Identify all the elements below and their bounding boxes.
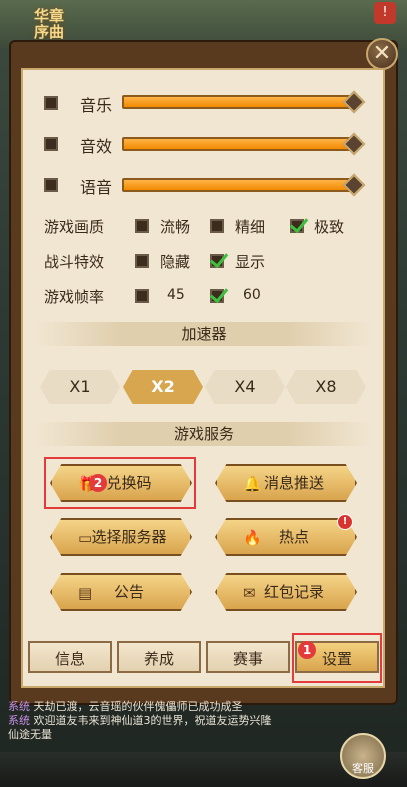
quality-ultra-checkbox[interactable] bbox=[290, 219, 304, 233]
highlight-box-redeem bbox=[44, 457, 196, 509]
effects-label: 战斗特效 bbox=[44, 253, 105, 271]
red-packet-label: 红包记录 bbox=[263, 583, 324, 601]
accelerator-title: 加速器 bbox=[36, 322, 372, 346]
select-server-button[interactable]: ▭ 选择服务器 bbox=[50, 518, 192, 556]
effects-show-label: 显示 bbox=[235, 253, 266, 271]
voice-slider[interactable] bbox=[122, 178, 356, 192]
notice-button[interactable]: ▤ 公告 bbox=[50, 573, 192, 611]
effects-hide-checkbox[interactable] bbox=[135, 254, 149, 268]
services-title: 游戏服务 bbox=[36, 422, 372, 446]
step-badge-redeem: 2 bbox=[89, 474, 107, 492]
chat-line: 仙途无量 bbox=[8, 728, 52, 741]
fps-60-checkbox[interactable] bbox=[210, 289, 224, 303]
tab-match[interactable]: 赛事 bbox=[206, 641, 290, 673]
push-notification-button[interactable]: 🔔 消息推送 bbox=[215, 464, 357, 502]
chat-line: 系统 天劫已渡，云音瑶的伙伴傀儡师已成功成圣 bbox=[8, 700, 243, 713]
notice-label: 公告 bbox=[113, 583, 144, 601]
speed-x4-button[interactable]: X4 bbox=[205, 370, 285, 404]
hot-alert-badge: ! bbox=[337, 514, 353, 530]
customer-service-label: 客服 bbox=[352, 762, 374, 775]
voice-label: 语音 bbox=[80, 178, 113, 197]
quality-label: 游戏画质 bbox=[44, 218, 105, 236]
hot-topics-label: 热点 bbox=[278, 528, 309, 546]
sfx-slider[interactable] bbox=[122, 137, 356, 151]
music-slider[interactable] bbox=[122, 95, 356, 109]
hot-topics-button[interactable]: 🔥 热点 bbox=[215, 518, 357, 556]
quality-ultra-label: 极致 bbox=[314, 218, 345, 236]
quality-smooth-label: 流畅 bbox=[160, 218, 191, 236]
game-logo: 华章 序曲 bbox=[34, 7, 65, 41]
fps-45-label: 45 bbox=[167, 287, 185, 303]
music-checkbox[interactable] bbox=[44, 96, 58, 110]
chat-log: 系统 天劫已渡，云音瑶的伙伴傀儡师已成功成圣 系统 欢迎道友韦来到神仙道3的世界… bbox=[8, 700, 338, 742]
fps-45-checkbox[interactable] bbox=[135, 289, 149, 303]
tab-info[interactable]: 信息 bbox=[28, 641, 112, 673]
speed-x2-button[interactable]: X2 bbox=[123, 370, 203, 404]
step-badge-settings: 1 bbox=[298, 641, 316, 659]
speed-x1-button[interactable]: X1 bbox=[40, 370, 120, 404]
speed-x8-button[interactable]: X8 bbox=[286, 370, 366, 404]
sfx-checkbox[interactable] bbox=[44, 137, 58, 151]
effects-hide-label: 隐藏 bbox=[160, 253, 191, 271]
chat-line: 系统 欢迎道友韦来到神仙道3的世界，祝道友运势兴隆 bbox=[8, 714, 272, 727]
tab-grow[interactable]: 养成 bbox=[117, 641, 201, 673]
quality-fine-label: 精细 bbox=[235, 218, 266, 236]
top-right-badge[interactable]: ! bbox=[374, 2, 396, 24]
fps-label: 游戏帧率 bbox=[44, 288, 105, 306]
effects-show-checkbox[interactable] bbox=[210, 254, 224, 268]
sfx-label: 音效 bbox=[80, 137, 113, 156]
select-server-label: 选择服务器 bbox=[91, 528, 167, 546]
push-notification-label: 消息推送 bbox=[263, 474, 324, 492]
music-label: 音乐 bbox=[80, 96, 113, 115]
fps-60-label: 60 bbox=[243, 287, 261, 303]
voice-checkbox[interactable] bbox=[44, 178, 58, 192]
quality-fine-checkbox[interactable] bbox=[210, 219, 224, 233]
quality-smooth-checkbox[interactable] bbox=[135, 219, 149, 233]
close-button[interactable]: ✕ bbox=[366, 38, 398, 70]
red-packet-button[interactable]: ✉ 红包记录 bbox=[215, 573, 357, 611]
